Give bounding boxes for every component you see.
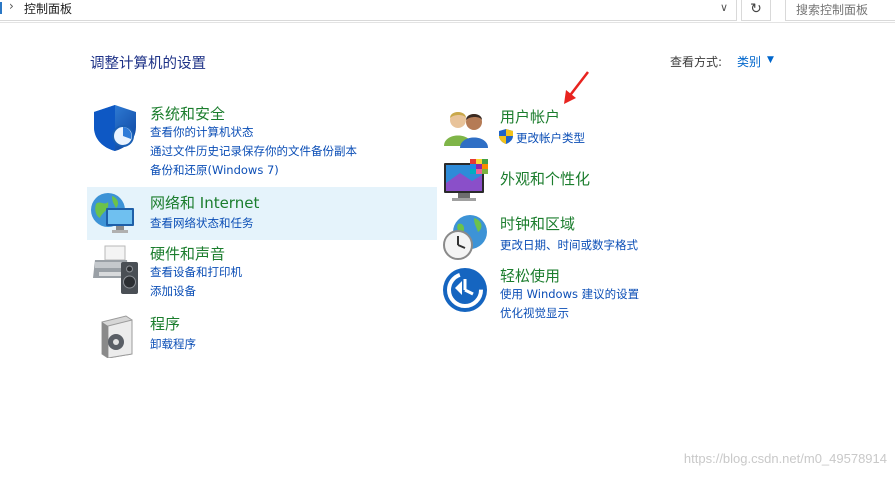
search-input[interactable] [785,0,895,21]
category-programs: 程序 卸载程序 [88,310,438,360]
clock-globe-icon [443,215,487,260]
category-title-appearance[interactable]: 外观和个性化 [500,168,590,189]
category-system-security: 系统和安全 查看你的计算机状态 通过文件历史记录保存你的文件备份副本 备份和还原… [88,98,438,182]
link-file-history-backup[interactable]: 通过文件历史记录保存你的文件备份副本 [150,143,357,159]
category-title-hardware-sound[interactable]: 硬件和声音 [150,243,225,264]
category-title-ease-of-access[interactable]: 轻松使用 [500,265,560,286]
link-view-computer-status[interactable]: 查看你的计算机状态 [150,124,254,140]
control-panel-icon [0,2,2,14]
users-icon [444,112,488,148]
category-title-network-internet[interactable]: 网络和 Internet [150,192,259,213]
chevron-down-icon[interactable]: ∨ [716,1,732,17]
breadcrumb-control-panel[interactable]: 控制面板 [24,0,72,17]
link-change-account-type[interactable]: 更改帐户类型 [516,130,585,146]
ease-of-access-icon [443,268,487,312]
programs-box-icon [101,315,133,358]
link-optimize-visual-display[interactable]: 优化视觉显示 [500,305,569,321]
category-title-system-security[interactable]: 系统和安全 [150,103,225,124]
address-bar: › 控制面板 ∨ ↻ [0,0,895,23]
link-devices-printers[interactable]: 查看设备和打印机 [150,264,242,280]
category-user-accounts: 用户帐户 更改帐户类型 [440,100,740,156]
caret-down-icon[interactable]: ▼ [767,53,774,68]
link-uninstall-program[interactable]: 卸载程序 [150,336,196,352]
view-by-dropdown[interactable]: 类别 [737,53,761,70]
category-hardware-sound: 硬件和声音 查看设备和打印机 添加设备 [88,242,438,302]
link-add-device[interactable]: 添加设备 [150,283,196,299]
category-title-user-accounts[interactable]: 用户帐户 [500,106,560,127]
category-title-programs[interactable]: 程序 [150,313,180,334]
uac-shield-icon [499,129,513,144]
watermark: https://blog.csdn.net/m0_49578914 [683,451,887,466]
view-by-label: 查看方式: [670,55,723,69]
refresh-icon: ↻ [750,1,762,17]
link-change-date-time-format[interactable]: 更改日期、时间或数字格式 [500,237,638,253]
refresh-button[interactable]: ↻ [741,0,771,21]
annotation-arrow [564,71,589,104]
address-field[interactable]: › 控制面板 ∨ [0,0,737,21]
link-windows-recommended-settings[interactable]: 使用 Windows 建议的设置 [500,286,639,302]
network-globe-icon [91,193,134,233]
category-network-internet[interactable]: 网络和 Internet 查看网络状态和任务 [87,187,437,240]
shield-icon[interactable] [90,103,140,153]
link-backup-restore-win7[interactable]: 备份和还原(Windows 7) [150,162,279,178]
page-title: 调整计算机的设置 [90,56,206,72]
category-clock-region: 时钟和区域 更改日期、时间或数字格式 [440,210,740,264]
category-appearance: 外观和个性化 [440,158,740,210]
link-view-network-status[interactable]: 查看网络状态和任务 [150,215,254,231]
category-title-clock-region[interactable]: 时钟和区域 [500,213,575,234]
breadcrumb-separator-icon[interactable]: › [9,0,14,13]
monitor-personalize-icon [444,159,488,201]
printer-speaker-icon [93,245,138,294]
category-ease-of-access: 轻松使用 使用 Windows 建议的设置 优化视觉显示 [440,262,740,322]
